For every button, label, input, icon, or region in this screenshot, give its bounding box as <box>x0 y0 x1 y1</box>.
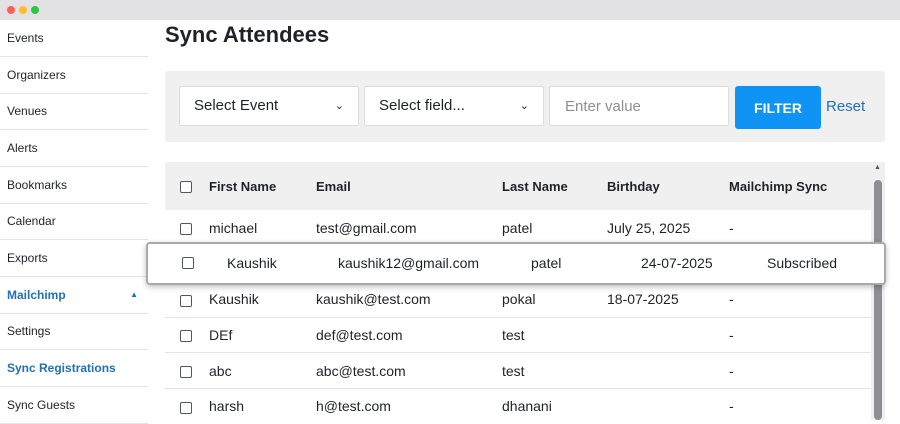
cell-sync: - <box>729 281 871 318</box>
cell-sync: Subscribed <box>767 255 838 271</box>
filter-button[interactable]: FILTER <box>735 86 821 129</box>
maximize-window-icon[interactable] <box>31 6 39 14</box>
cell-sync: - <box>729 210 871 247</box>
cell-sync: - <box>729 388 871 420</box>
sidebar-item-settings[interactable]: Settings <box>0 313 148 350</box>
minimize-window-icon[interactable] <box>19 6 27 14</box>
cell-first-name: michael <box>209 210 316 247</box>
event-select[interactable]: Select Event ⌄ <box>179 86 359 126</box>
cell-email: kaushik12@gmail.com <box>338 255 480 271</box>
scroll-thumb[interactable] <box>874 180 882 420</box>
cell-last-name: dhanani <box>502 388 607 420</box>
row-checkbox[interactable] <box>180 222 192 235</box>
cell-birthday: July 25, 2025 <box>607 210 729 247</box>
page-title: Sync Attendees <box>165 22 330 47</box>
chevron-down-icon: ⌄ <box>334 100 344 112</box>
row-checkbox[interactable] <box>180 401 192 414</box>
cell-first-name: Kaushik <box>227 255 277 271</box>
cell-first-name: Kaushik <box>209 281 316 318</box>
sidebar-item-sync-guests[interactable]: Sync Guests <box>0 387 148 424</box>
cell-birthday <box>607 317 729 354</box>
value-input[interactable] <box>549 86 729 126</box>
sidebar: Events Organizers Venues Alerts Bookmark… <box>0 20 150 424</box>
cell-birthday <box>607 388 729 420</box>
column-header-birthday[interactable]: Birthday <box>607 162 729 210</box>
cell-last-name: test <box>502 317 607 354</box>
cell-sync: - <box>729 352 871 389</box>
cell-last-name: patel <box>531 255 562 271</box>
filter-bar: Select Event ⌄ Select field... ⌄ FILTER … <box>165 71 885 142</box>
chevron-down-icon: ⌄ <box>519 100 529 112</box>
cell-last-name: patel <box>502 210 607 247</box>
select-all-checkbox[interactable] <box>180 181 192 194</box>
column-header-mailchimp-sync[interactable]: Mailchimp Sync <box>729 162 871 210</box>
scroll-up-arrow-icon[interactable]: ▲ <box>874 164 881 171</box>
sidebar-item-mailchimp[interactable]: Mailchimp ▲ <box>0 277 148 314</box>
cell-first-name: harsh <box>209 388 316 420</box>
table-row[interactable]: abc abc@test.com test - <box>165 352 871 389</box>
sidebar-item-events[interactable]: Events <box>0 20 148 57</box>
cell-last-name: test <box>502 352 607 389</box>
sidebar-item-calendar[interactable]: Calendar <box>0 203 148 240</box>
row-checkbox[interactable] <box>182 257 194 269</box>
table-row[interactable]: michael test@gmail.com patel July 25, 20… <box>165 210 871 247</box>
cell-first-name: DEf <box>209 317 316 354</box>
cell-birthday <box>607 352 729 389</box>
collapse-arrow-icon[interactable]: ▲ <box>130 277 138 313</box>
cell-last-name: pokal <box>502 281 607 318</box>
sidebar-item-sync-registrations[interactable]: Sync Registrations <box>0 350 148 387</box>
cell-first-name: abc <box>209 352 316 389</box>
row-checkbox[interactable] <box>180 330 192 343</box>
column-header-last-name[interactable]: Last Name <box>502 162 607 210</box>
sidebar-item-alerts[interactable]: Alerts <box>0 130 148 167</box>
table-scrollbar[interactable]: ▲ <box>871 162 885 420</box>
row-checkbox[interactable] <box>180 365 192 378</box>
row-checkbox[interactable] <box>180 294 192 307</box>
column-header-email[interactable]: Email <box>316 162 502 210</box>
table-row[interactable]: DEf def@test.com test - <box>165 317 871 354</box>
table-header-row: First Name Email Last Name Birthday Mail… <box>165 162 871 210</box>
field-select[interactable]: Select field... ⌄ <box>364 86 544 126</box>
window-titlebar <box>0 0 900 20</box>
sidebar-item-venues[interactable]: Venues <box>0 93 148 130</box>
cell-sync: - <box>729 317 871 354</box>
cell-email: def@test.com <box>316 317 502 354</box>
close-window-icon[interactable] <box>7 6 15 14</box>
sidebar-item-organizers[interactable]: Organizers <box>0 57 148 94</box>
sidebar-item-exports[interactable]: Exports <box>0 240 148 277</box>
column-header-first-name[interactable]: First Name <box>209 162 316 210</box>
cell-email: abc@test.com <box>316 352 502 389</box>
cell-birthday: 18-07-2025 <box>607 281 729 318</box>
cell-email: kaushik@test.com <box>316 281 502 318</box>
sidebar-item-bookmarks[interactable]: Bookmarks <box>0 167 148 204</box>
reset-link[interactable]: Reset <box>826 98 865 115</box>
cell-email: h@test.com <box>316 388 502 420</box>
attendees-table: First Name Email Last Name Birthday Mail… <box>165 162 885 420</box>
cell-birthday: 24-07-2025 <box>641 255 713 271</box>
table-row[interactable]: Kaushik kaushik@test.com pokal 18-07-202… <box>165 281 871 318</box>
table-row[interactable]: harsh h@test.com dhanani - <box>165 388 871 420</box>
cell-email: test@gmail.com <box>316 210 502 247</box>
highlighted-table-row[interactable]: Kaushik kaushik12@gmail.com patel 24-07-… <box>146 242 886 285</box>
